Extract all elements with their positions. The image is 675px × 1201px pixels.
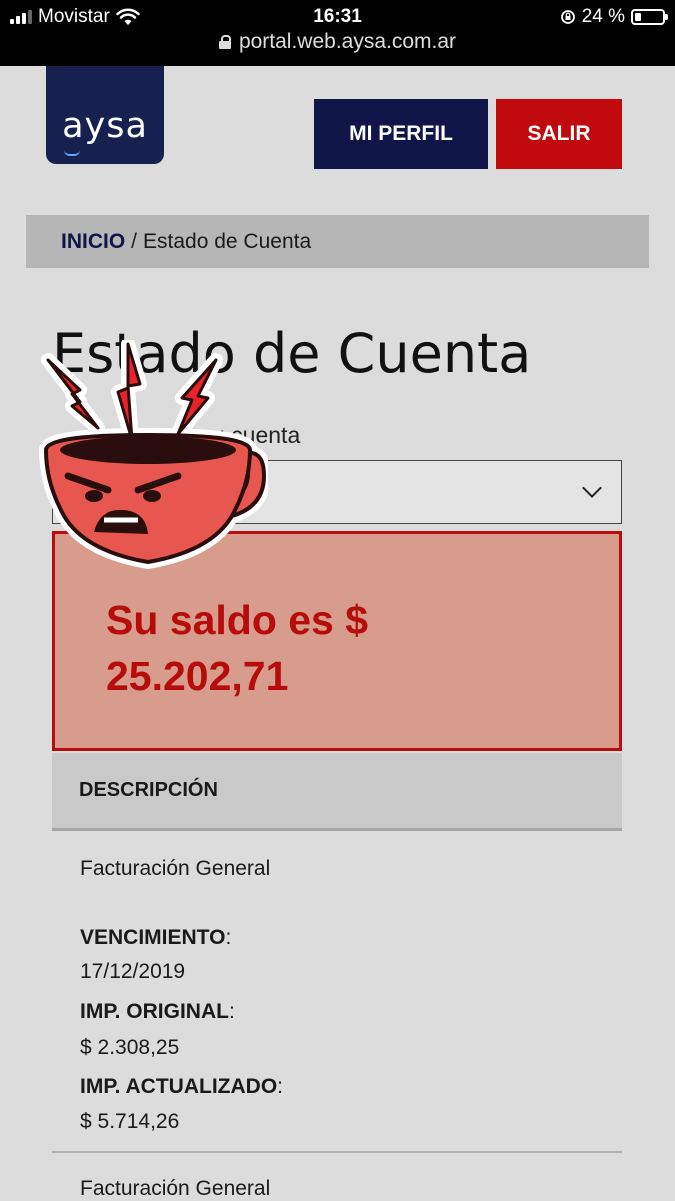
due-date-label: VENCIMIENTO (80, 926, 226, 949)
status-right: 24 % (560, 6, 668, 28)
status-bar: Movistar 16:31 24 % portal.web.aysa.com.… (0, 0, 675, 66)
due-date-value: 17/12/2019 (80, 960, 186, 983)
original-amount-label: IMP. ORIGINAL (80, 1000, 229, 1023)
breadcrumb-separator: / (131, 229, 138, 253)
url-text: portal.web.aysa.com.ar (238, 30, 457, 53)
breadcrumb-current: Estado de Cuenta (143, 229, 312, 253)
original-amount-label-row: IMP. ORIGINAL: (80, 1000, 235, 1023)
battery-percent: 24 % (581, 6, 625, 27)
logo-text: aysa (62, 106, 148, 146)
url-bar[interactable]: portal.web.aysa.com.ar (0, 30, 675, 54)
description-header-label: DESCRIPCIÓN (79, 779, 218, 801)
aysa-logo[interactable]: aysa (46, 66, 164, 164)
balance-line-1: Su saldo es $ (106, 597, 369, 643)
item-description: Facturación General (80, 857, 271, 880)
rotation-lock-icon (560, 10, 575, 24)
logo-wave-icon (64, 150, 80, 156)
my-profile-button[interactable]: MI PERFIL (314, 99, 488, 169)
chevron-down-icon (582, 478, 602, 498)
updated-amount-label-row: IMP. ACTUALIZADO: (80, 1075, 284, 1098)
logout-button[interactable]: SALIR (496, 99, 622, 169)
item-description-2: Facturación General (80, 1177, 271, 1200)
updated-amount-label: IMP. ACTUALIZADO (80, 1075, 278, 1098)
due-date-label-row: VENCIMIENTO: (80, 926, 232, 949)
balance-amount: 25.202,71 (106, 653, 289, 699)
description-header: DESCRIPCIÓN (52, 753, 622, 831)
balance-text: Su saldo es $ 25.202,71 (106, 592, 566, 704)
lock-icon (218, 35, 231, 49)
angry-coffee-cup-sticker-icon (39, 340, 268, 569)
updated-amount-value: $ 5.714,26 (80, 1110, 180, 1133)
breadcrumb-home-link[interactable]: INICIO (61, 230, 125, 254)
row-divider (52, 1151, 622, 1153)
battery-icon (631, 9, 668, 25)
breadcrumb: INICIO / Estado de Cuenta (26, 215, 649, 268)
original-amount-value: $ 2.308,25 (80, 1036, 180, 1059)
